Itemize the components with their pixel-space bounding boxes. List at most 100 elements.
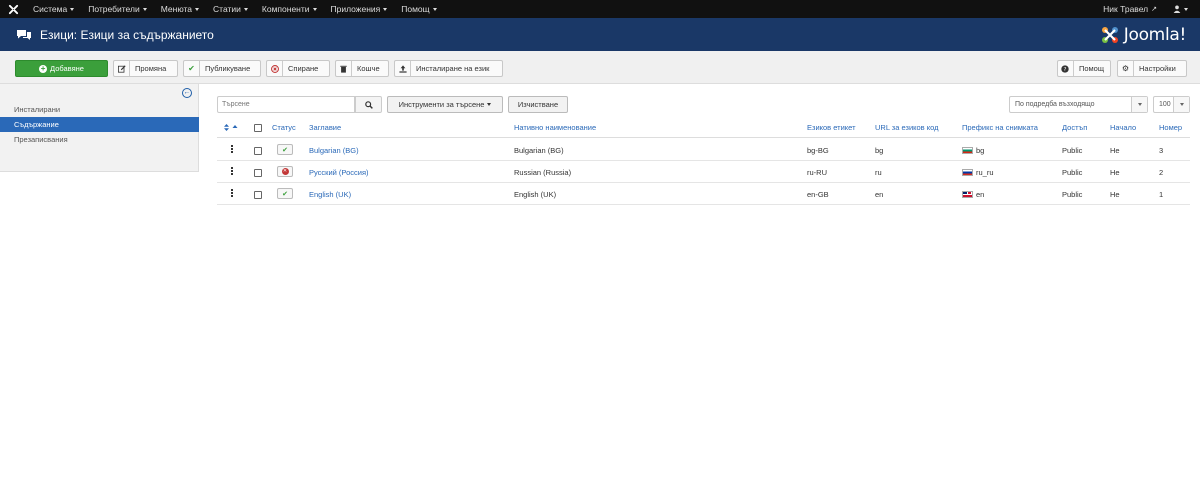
times-circle-icon: ✕: [281, 168, 289, 175]
col-title[interactable]: Заглавие: [309, 123, 341, 132]
status-published-button[interactable]: ✔: [277, 144, 293, 155]
install-language-button[interactable]: Инсталиране на език: [394, 60, 503, 77]
caret-down-icon: [142, 7, 147, 11]
image-prefix: en: [962, 190, 984, 199]
options-button[interactable]: ⚙ Настройки: [1117, 60, 1187, 77]
status-published-button[interactable]: ✔: [277, 188, 293, 199]
menu-components[interactable]: Компоненти: [255, 0, 324, 18]
question-circle-icon: ?: [1058, 61, 1074, 76]
publish-button[interactable]: ✔ Публикуване: [183, 60, 261, 77]
chevron-down-icon: [1173, 97, 1189, 112]
row-id: 2: [1159, 168, 1164, 177]
select-all-checkbox[interactable]: [254, 124, 262, 132]
user-icon: [1173, 5, 1181, 13]
page-header: Езици: Езици за съдържанието Joomla!: [0, 18, 1200, 51]
sidebar-item-installed[interactable]: Инсталирани: [0, 102, 199, 117]
col-status[interactable]: Статус: [272, 123, 296, 132]
caret-down-icon: [383, 7, 388, 11]
sort-ordering-icon[interactable]: [224, 124, 238, 131]
main-menu: Система Потребители Менюта Статии Компон…: [26, 0, 444, 18]
caret-down-icon: [70, 7, 75, 11]
language-title-link[interactable]: Русский (Россия): [309, 168, 369, 177]
page-title: Езици: Езици за съдържанието: [40, 27, 214, 42]
check-icon: ✔: [184, 61, 200, 76]
row-id: 1: [1159, 190, 1164, 199]
search-icon: [364, 100, 373, 109]
menu-content[interactable]: Статии: [206, 0, 255, 18]
menu-users[interactable]: Потребители: [81, 0, 153, 18]
site-link[interactable]: Ник Травел ↗: [1093, 4, 1167, 14]
access-level: Public: [1062, 168, 1083, 177]
table-row: ✔ Bulgarian (BG) Bulgarian (BG) bg-BG bg…: [217, 139, 1190, 161]
drag-handle-icon[interactable]: [231, 145, 234, 153]
edit-button[interactable]: Промяна: [113, 60, 178, 77]
drag-handle-icon[interactable]: [231, 189, 234, 197]
table-header: Статус Заглавие Нативно наименование Ези…: [217, 118, 1190, 138]
trash-icon: [336, 61, 352, 76]
limit-select[interactable]: 100: [1153, 96, 1190, 113]
row-checkbox[interactable]: [254, 191, 262, 199]
joomla-logo-icon[interactable]: [0, 0, 26, 18]
access-level: Public: [1062, 146, 1083, 155]
col-id[interactable]: Номер: [1159, 123, 1182, 132]
bulgaria-flag-icon: [962, 147, 973, 154]
russia-flag-icon: [962, 169, 973, 176]
language-title-link[interactable]: Bulgarian (BG): [309, 146, 359, 155]
top-navbar: Система Потребители Менюта Статии Компон…: [0, 0, 1200, 18]
image-prefix: ru_ru: [962, 168, 994, 177]
ordering-select[interactable]: По подредба възходящо: [1009, 96, 1148, 113]
col-url-code[interactable]: URL за езиков код: [875, 123, 939, 132]
table-row: ✔ English (UK) English (UK) en-GB en en …: [217, 183, 1190, 205]
upload-icon: [395, 61, 411, 76]
trash-button[interactable]: Кошче: [335, 60, 389, 77]
home-value: Не: [1110, 190, 1120, 199]
sidebar-toggle-icon[interactable]: ←: [182, 88, 192, 98]
url-code: en: [875, 190, 884, 199]
menu-system[interactable]: Система: [26, 0, 81, 18]
url-code: bg: [875, 146, 884, 155]
row-checkbox[interactable]: [254, 169, 262, 177]
search-button[interactable]: [355, 96, 382, 113]
native-name: Bulgarian (BG): [514, 146, 564, 155]
col-access[interactable]: Достъп: [1062, 123, 1087, 132]
col-image-prefix[interactable]: Префикс на снимката: [962, 123, 1038, 132]
language-tag: bg-BG: [807, 146, 829, 155]
edit-icon: [114, 61, 130, 76]
sidebar-item-overrides[interactable]: Презаписвания: [0, 132, 199, 147]
joomla-brand-icon: [1101, 26, 1118, 43]
language-title-link[interactable]: English (UK): [309, 190, 351, 199]
menu-menus[interactable]: Менюта: [154, 0, 206, 18]
sidebar-item-content[interactable]: Съдържание: [0, 117, 199, 132]
drag-handle-icon[interactable]: [231, 167, 234, 175]
caret-down-icon: [487, 103, 492, 106]
menu-extensions[interactable]: Приложения: [324, 0, 395, 18]
col-language-tag[interactable]: Езиков етикет: [807, 123, 856, 132]
search-input[interactable]: [217, 96, 355, 113]
col-home[interactable]: Начало: [1110, 123, 1136, 132]
status-unpublished-button[interactable]: ✕: [277, 166, 293, 177]
row-id: 3: [1159, 146, 1164, 155]
col-native-name[interactable]: Нативно наименование: [514, 123, 596, 132]
language-tag: ru-RU: [807, 168, 827, 177]
gear-icon: ⚙: [1118, 61, 1134, 76]
uk-flag-icon: [962, 191, 973, 198]
menu-help[interactable]: Помощ: [394, 0, 443, 18]
url-code: ru: [875, 168, 882, 177]
search-tools-button[interactable]: Инструменти за търсене: [387, 96, 503, 113]
external-link-icon: ↗: [1151, 6, 1157, 13]
unpublish-button[interactable]: Спиране: [266, 60, 330, 77]
image-prefix: bg: [962, 146, 984, 155]
new-button[interactable]: + Добавяне: [15, 60, 108, 77]
access-level: Public: [1062, 190, 1083, 199]
native-name: Russian (Russia): [514, 168, 572, 177]
sidebar: ← Инсталирани Съдържание Презаписвания: [0, 84, 199, 172]
home-value: Не: [1110, 146, 1120, 155]
row-checkbox[interactable]: [254, 147, 262, 155]
help-button[interactable]: ? Помощ: [1057, 60, 1111, 77]
caret-down-icon: [195, 7, 200, 11]
toolbar: + Добавяне Промяна ✔ Публикуване Спиране…: [0, 51, 1200, 84]
language-tag: en-GB: [807, 190, 829, 199]
user-menu[interactable]: [1167, 5, 1200, 13]
clear-button[interactable]: Изчистване: [508, 96, 568, 113]
caret-down-icon: [1184, 7, 1188, 11]
